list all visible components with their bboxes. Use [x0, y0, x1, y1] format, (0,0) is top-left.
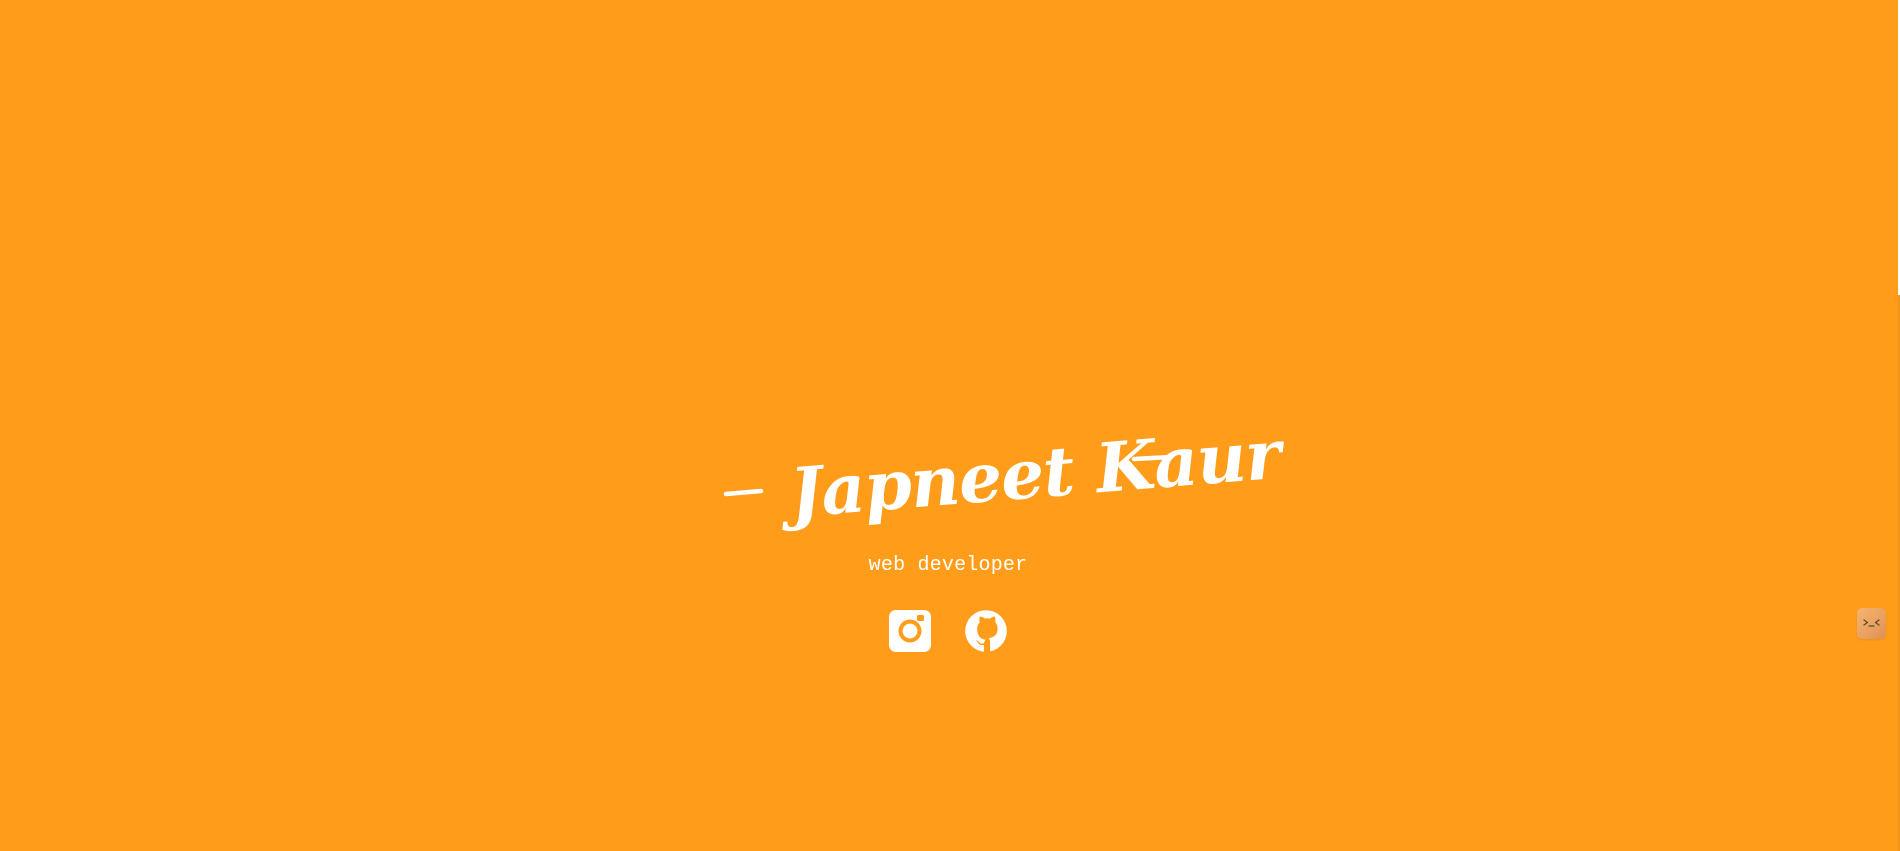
- hero-section: Japneet Kaur web developer: [0, 0, 1896, 851]
- instagram-icon: [889, 610, 931, 652]
- emoji-face-icon: [1863, 619, 1880, 627]
- name-text: Japneet Kaur: [776, 414, 1288, 534]
- github-icon: [965, 610, 1007, 652]
- subtitle: web developer: [868, 554, 1028, 577]
- side-widget-button[interactable]: [1857, 608, 1886, 639]
- name-heading: Japneet Kaur: [712, 414, 1288, 545]
- instagram-link[interactable]: [889, 610, 931, 652]
- left-dash: [723, 488, 764, 497]
- github-link[interactable]: [965, 610, 1007, 652]
- social-links: [0, 610, 1896, 654]
- name-heading-svg: Japneet Kaur: [723, 414, 1288, 535]
- right-dash: [1131, 454, 1174, 462]
